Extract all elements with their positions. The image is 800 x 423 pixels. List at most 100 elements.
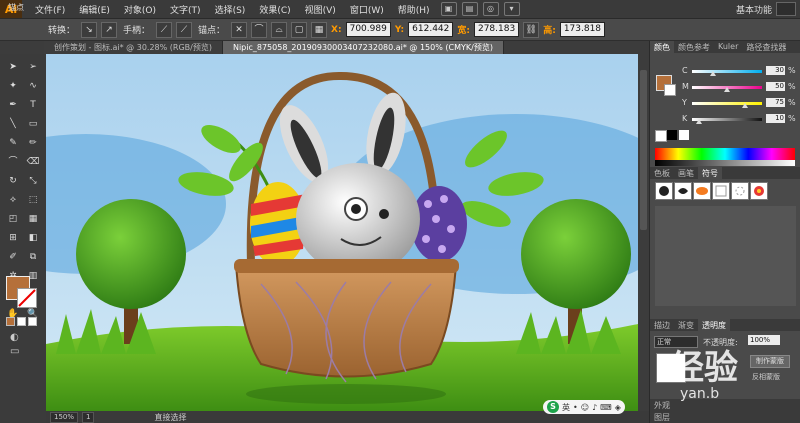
ime-language[interactable]: 英 — [562, 402, 570, 413]
voice-icon[interactable]: ♪ — [592, 403, 597, 412]
none-swatch[interactable] — [655, 130, 667, 142]
blob-brush-icon[interactable]: ⌒ — [6, 157, 20, 168]
tab-stroke[interactable]: 描边 — [650, 319, 674, 331]
cyan-knob[interactable] — [710, 71, 716, 76]
search-field[interactable] — [776, 2, 796, 16]
magenta-knob[interactable] — [724, 87, 730, 92]
menu-object[interactable]: 对象(O) — [117, 3, 163, 16]
y-field[interactable]: 612.442 — [408, 22, 454, 37]
color-mode-icon[interactable] — [6, 317, 15, 326]
yellow-track[interactable] — [692, 102, 762, 105]
make-mask-button[interactable]: 制作蒙版 — [750, 355, 790, 368]
gradient-mode-icon[interactable] — [17, 317, 26, 326]
workspace-switcher[interactable]: 基本功能 — [736, 3, 772, 16]
symbol-sparkle-icon[interactable] — [731, 182, 749, 200]
white-swatch[interactable] — [679, 130, 689, 140]
align-icon[interactable]: ▦ — [311, 21, 328, 38]
spiral-icon[interactable]: ◎ — [482, 2, 499, 16]
width-icon[interactable]: ⟡ — [6, 195, 20, 206]
eraser-icon[interactable]: ⌫ — [26, 157, 40, 168]
menu-select[interactable]: 选择(S) — [208, 3, 253, 16]
screen-mode-icon[interactable]: ▭ — [10, 346, 19, 357]
blend-icon[interactable]: ⧉ — [26, 252, 40, 263]
bridge-icon[interactable]: ▣ — [440, 2, 457, 16]
connect-anchor-icon[interactable]: ⌒ — [251, 21, 268, 38]
menu-effect[interactable]: 效果(C) — [252, 3, 297, 16]
tab-kuler[interactable]: Kuler — [714, 41, 742, 53]
opacity-field[interactable]: 100% — [748, 335, 780, 345]
magic-wand-icon[interactable]: ✦ — [6, 81, 20, 92]
width-field[interactable]: 278.183 — [473, 22, 520, 37]
arrange-documents-icon[interactable]: ▤ — [461, 2, 478, 16]
rotate-icon[interactable]: ↻ — [6, 176, 20, 187]
black-track[interactable] — [692, 118, 762, 121]
isolate-icon[interactable]: ▢ — [291, 21, 308, 38]
direct-selection-icon[interactable]: ➢ — [26, 62, 40, 73]
cyan-track[interactable] — [692, 70, 762, 73]
slider-magenta[interactable]: M 50 % — [654, 82, 800, 93]
dropdown-icon[interactable]: ▾ — [503, 2, 520, 16]
hide-handles-icon[interactable]: ⟋ — [176, 21, 193, 38]
height-field[interactable]: 173.818 — [559, 22, 606, 37]
keyboard-icon[interactable]: ⌨ — [600, 403, 612, 412]
draw-mode-icon[interactable]: ◐ — [10, 332, 19, 343]
gradient-icon[interactable]: ◧ — [26, 233, 40, 244]
tab-transparency[interactable]: 透明度 — [698, 319, 730, 331]
lasso-icon[interactable]: ∿ — [26, 81, 40, 92]
color-spectrum[interactable] — [655, 148, 795, 160]
page-field[interactable]: 1 — [82, 411, 95, 423]
emoji-icon[interactable]: ☺ — [581, 403, 589, 412]
convert-corner-icon[interactable]: ↘ — [81, 21, 98, 38]
eyedropper-icon[interactable]: ✐ — [6, 252, 20, 263]
none-mode-icon[interactable] — [28, 317, 37, 326]
free-transform-icon[interactable]: ⬚ — [26, 195, 40, 206]
punctuation-icon[interactable]: • — [573, 403, 578, 412]
menu-window[interactable]: 窗口(W) — [343, 3, 391, 16]
slider-black[interactable]: K 10 % — [654, 114, 800, 125]
show-handles-icon[interactable]: ⟋ — [156, 21, 173, 38]
paintbrush-icon[interactable]: ✎ — [6, 138, 20, 149]
mesh-icon[interactable]: ⊞ — [6, 233, 20, 244]
scrollbar-thumb[interactable] — [640, 70, 647, 230]
tab-swatches[interactable]: 色板 — [650, 167, 674, 179]
rectangle-icon[interactable]: ▭ — [26, 119, 40, 130]
slider-yellow[interactable]: Y 75 % — [654, 98, 800, 109]
black-swatch[interactable] — [667, 130, 677, 140]
type-icon[interactable]: T — [26, 100, 40, 111]
tab-document-2[interactable]: Nipic_875058_20190930003407232080.ai* @ … — [222, 41, 504, 54]
pencil-icon[interactable]: ✏ — [26, 138, 40, 149]
tab-document-1[interactable]: 创作策划 - 图标.ai* @ 30.28% (RGB/预览) — [44, 41, 223, 54]
tab-color-guide[interactable]: 颜色参考 — [674, 41, 714, 53]
x-field[interactable]: 700.989 — [345, 22, 391, 37]
symbol-splat-icon[interactable] — [655, 182, 673, 200]
skin-icon[interactable]: ◈ — [615, 403, 621, 412]
cut-path-icon[interactable]: ⌓ — [271, 21, 288, 38]
yellow-knob[interactable] — [741, 103, 748, 108]
link-icon[interactable]: ⛓ — [523, 21, 540, 38]
shape-builder-icon[interactable]: ◰ — [6, 214, 20, 225]
symbol-frame-icon[interactable] — [712, 182, 730, 200]
tab-brushes[interactable]: 画笔 — [674, 167, 698, 179]
tab-gradient[interactable]: 渐变 — [674, 319, 698, 331]
scale-icon[interactable]: ⤡ — [26, 176, 40, 187]
menu-help[interactable]: 帮助(H) — [391, 3, 437, 16]
black-knob[interactable] — [696, 119, 702, 124]
zoom-field[interactable]: 150% — [50, 411, 79, 423]
slider-cyan[interactable]: C 30 % — [654, 66, 800, 77]
menu-type[interactable]: 文字(T) — [163, 3, 208, 16]
tab-symbols[interactable]: 符号 — [698, 167, 722, 179]
perspective-icon[interactable]: ▦ — [26, 214, 40, 225]
menu-file[interactable]: 文件(F) — [28, 3, 72, 16]
menu-edit[interactable]: 编辑(E) — [72, 3, 117, 16]
selection-icon[interactable]: ➤ — [6, 62, 20, 73]
menu-view[interactable]: 视图(V) — [298, 3, 343, 16]
pen-icon[interactable]: ✒ — [6, 100, 20, 111]
tab-layers[interactable]: 图层 — [650, 411, 674, 423]
tab-appearance[interactable]: 外观 — [650, 399, 674, 411]
tab-color[interactable]: 颜色 — [650, 41, 674, 53]
symbol-button-icon[interactable] — [693, 182, 711, 200]
line-icon[interactable]: ╲ — [6, 119, 20, 130]
grayscale-ramp[interactable] — [655, 160, 795, 166]
symbol-ink-icon[interactable] — [674, 182, 692, 200]
convert-smooth-icon[interactable]: ↗ — [101, 21, 118, 38]
